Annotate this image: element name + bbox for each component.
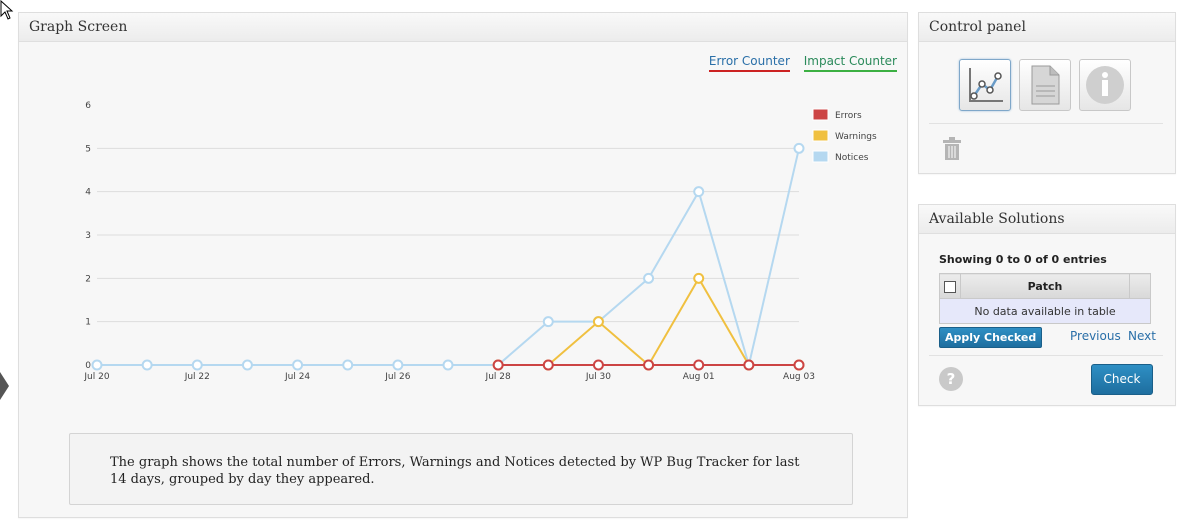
data-point-notices bbox=[91, 359, 103, 371]
trash-icon[interactable] bbox=[941, 137, 963, 161]
legend-swatch bbox=[812, 150, 829, 163]
graph-description: The graph shows the total number of Erro… bbox=[69, 433, 853, 505]
data-point-errors bbox=[743, 359, 755, 371]
series-line-notices bbox=[97, 148, 800, 369]
line-chart: 0 1 2 3 4 5 6 Jul 20 Jul 22 Jul 24 Jul 26 Jul 28 Jul… bbox=[83, 101, 877, 382]
data-point-errors bbox=[793, 359, 805, 371]
data-point-notices bbox=[141, 359, 153, 371]
data-point-errors bbox=[492, 359, 504, 371]
x-tick-label: Aug 03 bbox=[783, 372, 815, 382]
y-tick-label: 1 bbox=[85, 318, 91, 328]
data-point-notices bbox=[342, 359, 354, 371]
solutions-panel: Available Solutions Showing 0 to 0 of 0 … bbox=[918, 204, 1176, 406]
check-button[interactable]: Check bbox=[1091, 364, 1153, 395]
info-button[interactable] bbox=[1079, 59, 1131, 111]
legend-label: Warnings bbox=[835, 132, 877, 142]
empty-message: No data available in table bbox=[939, 298, 1151, 324]
data-point-notices bbox=[292, 359, 304, 371]
data-point-errors bbox=[643, 359, 655, 371]
data-point-notices bbox=[793, 142, 805, 154]
y-tick-label: 2 bbox=[85, 274, 91, 284]
next-link[interactable]: Next bbox=[1128, 329, 1156, 343]
mouse-cursor-icon bbox=[0, 0, 14, 20]
previous-link[interactable]: Previous bbox=[1070, 329, 1121, 343]
legend-swatch bbox=[812, 108, 829, 121]
column-patch[interactable]: Patch bbox=[960, 273, 1130, 299]
y-tick-label: 3 bbox=[85, 231, 91, 241]
x-tick-label: Jul 20 bbox=[83, 372, 109, 382]
data-point-warnings bbox=[592, 316, 604, 328]
x-tick-label: Jul 22 bbox=[184, 372, 210, 382]
select-all-header bbox=[939, 273, 961, 299]
data-point-notices bbox=[643, 272, 655, 284]
x-tick-label: Jul 28 bbox=[485, 372, 511, 382]
expand-arrow-icon[interactable] bbox=[0, 372, 9, 400]
data-point-notices bbox=[191, 359, 203, 371]
legend-label: Errors bbox=[835, 111, 862, 121]
table-row: No data available in table bbox=[939, 298, 1151, 324]
column-extra bbox=[1129, 273, 1151, 299]
solutions-panel-title: Available Solutions bbox=[919, 205, 1175, 234]
y-tick-label: 4 bbox=[85, 188, 91, 198]
control-panel-title: Control panel bbox=[919, 13, 1175, 42]
table-header-row: Patch bbox=[939, 273, 1151, 299]
graph-view-button[interactable] bbox=[959, 59, 1011, 111]
data-point-notices bbox=[693, 186, 705, 198]
document-icon bbox=[1031, 65, 1060, 105]
data-point-notices bbox=[241, 359, 253, 371]
x-tick-label: Jul 26 bbox=[384, 372, 410, 382]
y-tick-label: 0 bbox=[85, 361, 91, 371]
x-tick-label: Jul 30 bbox=[585, 372, 611, 382]
y-tick-label: 6 bbox=[85, 101, 91, 111]
data-point-errors bbox=[693, 359, 705, 371]
y-tick-label: 5 bbox=[85, 144, 91, 154]
info-icon bbox=[1086, 66, 1124, 104]
data-point-notices bbox=[542, 316, 554, 328]
legend-swatch bbox=[812, 129, 829, 142]
report-view-button[interactable] bbox=[1019, 59, 1071, 111]
data-point-errors bbox=[542, 359, 554, 371]
legend-label: Notices bbox=[835, 153, 869, 163]
data-point-errors bbox=[592, 359, 604, 371]
x-tick-label: Aug 01 bbox=[683, 372, 715, 382]
line-chart-icon bbox=[969, 68, 1003, 102]
x-tick-label: Jul 24 bbox=[284, 372, 310, 382]
apply-checked-button[interactable]: Apply Checked bbox=[939, 327, 1043, 348]
solutions-table: Patch No data available in table bbox=[939, 273, 1151, 324]
data-point-notices bbox=[392, 359, 404, 371]
select-all-checkbox[interactable] bbox=[944, 280, 956, 293]
divider bbox=[929, 355, 1163, 356]
data-point-notices bbox=[442, 359, 454, 371]
graph-panel: Graph Screen Error Counter Impact Counte… bbox=[18, 12, 908, 518]
help-icon[interactable]: ? bbox=[939, 367, 963, 391]
divider bbox=[929, 123, 1163, 124]
control-panel: Control panel bbox=[918, 12, 1176, 174]
entries-info: Showing 0 to 0 of 0 entries bbox=[939, 253, 1107, 266]
data-point-warnings bbox=[693, 272, 705, 284]
